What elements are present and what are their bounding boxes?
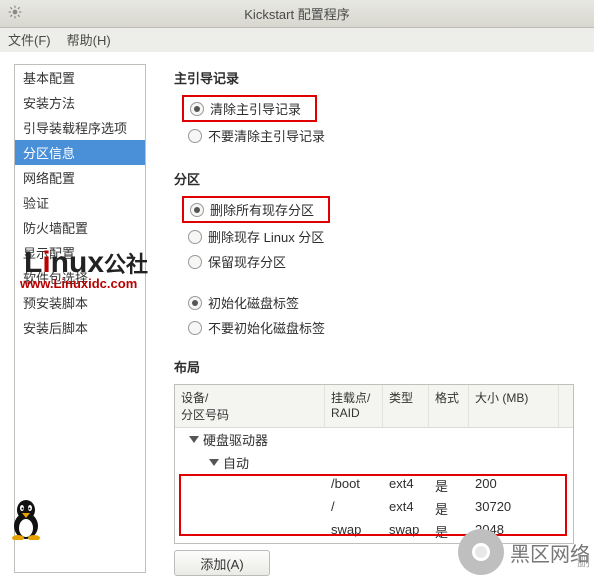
radio-noinit-disklabel[interactable] (188, 321, 202, 335)
highlight-mbr-clear: 清除主引导记录 (182, 95, 317, 122)
sidebar-item[interactable]: 基本配置 (15, 65, 145, 90)
radio-remove-linux-label: 删除现存 Linux 分区 (208, 227, 324, 246)
add-button[interactable]: 添加(A) (174, 550, 270, 576)
tree-auto[interactable]: 自动 (175, 451, 573, 474)
sidebar-item[interactable]: 安装方法 (15, 90, 145, 115)
expander-icon[interactable] (189, 436, 199, 443)
radio-clear-mbr[interactable] (190, 102, 204, 116)
radio-keep-mbr-label: 不要清除主引导记录 (208, 126, 325, 145)
header-device[interactable]: 设备/ 分区号码 (175, 385, 325, 427)
sidebar-item[interactable]: 网络配置 (15, 165, 145, 190)
menu-help[interactable]: 帮助(H) (65, 28, 113, 51)
radio-remove-all-label: 删除所有现存分区 (210, 200, 314, 219)
sidebar: 基本配置安装方法引导装载程序选项分区信息网络配置验证防火墙配置显示配置软件包选择… (14, 64, 146, 573)
radio-clear-mbr-label: 清除主引导记录 (210, 99, 301, 118)
sidebar-item[interactable]: 分区信息 (15, 140, 145, 165)
radio-keep-mbr[interactable] (188, 129, 202, 143)
sidebar-item[interactable]: 验证 (15, 190, 145, 215)
expander-icon[interactable] (209, 459, 219, 466)
radio-noinit-disklabel-label: 不要初始化磁盘标签 (208, 318, 325, 337)
menubar: 文件(F) 帮助(H) (0, 28, 594, 52)
radio-init-disklabel[interactable] (188, 296, 202, 310)
tree-hdd[interactable]: 硬盘驱动器 (175, 428, 573, 451)
header-size[interactable]: 大小 (MB) (469, 385, 559, 427)
radio-keep-partitions[interactable] (188, 255, 202, 269)
tree-auto-label: 自动 (223, 453, 249, 472)
header-format[interactable]: 格式 (429, 385, 469, 427)
highlight-partition-rows (179, 474, 567, 536)
titlebar: Kickstart 配置程序 (0, 0, 594, 28)
layout-table: 设备/ 分区号码 挂载点/ RAID 类型 格式 大小 (MB) 硬盘驱动器 自… (174, 384, 574, 544)
radio-keep-partitions-label: 保留现存分区 (208, 252, 286, 271)
sidebar-item[interactable]: 引导装载程序选项 (15, 115, 145, 140)
section-layout-title: 布局 (174, 357, 594, 376)
radio-remove-linux[interactable] (188, 230, 202, 244)
window-app-icon (8, 5, 22, 22)
window-title: Kickstart 配置程序 (244, 4, 349, 23)
section-partition-title: 分区 (174, 169, 594, 188)
sidebar-item[interactable]: 显示配置 (15, 240, 145, 265)
delete-hint: 删 (577, 551, 594, 570)
sidebar-item[interactable]: 安装后脚本 (15, 315, 145, 340)
section-mbr-title: 主引导记录 (174, 68, 594, 87)
add-button-label: 添加(A) (200, 554, 243, 573)
radio-init-disklabel-label: 初始化磁盘标签 (208, 293, 299, 312)
main-panel: 主引导记录 清除主引导记录 不要清除主引导记录 分区 删除所有现存分区 删除现存… (146, 52, 594, 585)
highlight-remove-all: 删除所有现存分区 (182, 196, 330, 223)
header-type[interactable]: 类型 (383, 385, 429, 427)
menu-file[interactable]: 文件(F) (6, 28, 53, 51)
radio-remove-all[interactable] (190, 203, 204, 217)
header-mount[interactable]: 挂载点/ RAID (325, 385, 383, 427)
sidebar-item[interactable]: 软件包选择 (15, 265, 145, 290)
tree-hdd-label: 硬盘驱动器 (203, 430, 268, 449)
layout-header-row: 设备/ 分区号码 挂载点/ RAID 类型 格式 大小 (MB) (175, 385, 573, 428)
sidebar-item[interactable]: 防火墙配置 (15, 215, 145, 240)
sidebar-item[interactable]: 预安装脚本 (15, 290, 145, 315)
